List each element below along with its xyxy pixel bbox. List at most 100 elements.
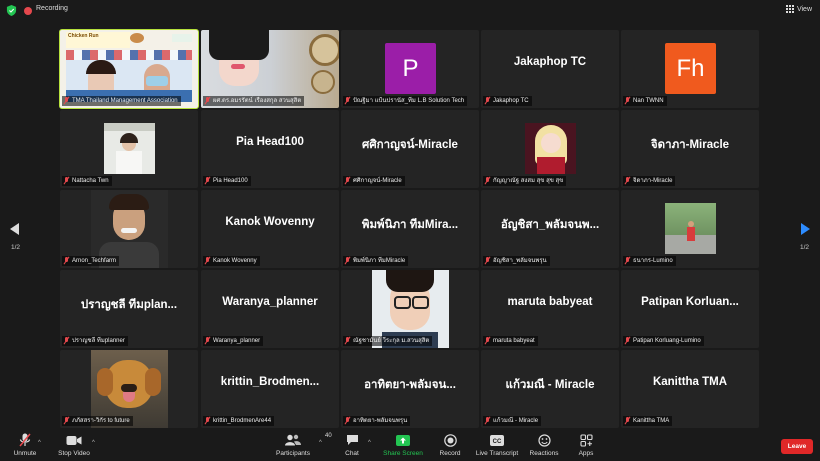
participant-name: จิดาภา-Miracle: [633, 178, 673, 184]
closed-caption-icon: CC: [490, 433, 504, 447]
participant-name-label: Waranya_planner: [203, 336, 264, 346]
participant-tile[interactable]: ณัฐชามันย์ วีระกุล ม.สวนสุสิต: [341, 270, 479, 348]
participant-name: ปัณฐิมา แป้นปรานัส_ทีม L.B Solution Tech: [353, 98, 465, 104]
participant-name-label: จิดาภา-Miracle: [623, 176, 676, 186]
participant-tile[interactable]: maruta babyeat maruta babyeat: [481, 270, 619, 348]
live-transcript-label: Live Transcript: [475, 450, 519, 457]
participant-tile[interactable]: กัญญาณัฐ สงสม สุข สุข สุข: [481, 110, 619, 188]
video-frame: [66, 50, 192, 102]
participant-video-feed: [525, 123, 576, 174]
meeting-toolbar: Unmute ^ Stop Video ^ 40 Participants ^: [0, 431, 820, 461]
participant-name-label: ธนากร-Lumino: [623, 256, 676, 266]
participant-name-label: Pia Head100: [203, 176, 251, 186]
video-options-caret-icon[interactable]: ^: [92, 440, 95, 446]
participant-name-label: อาทิตยา-พลัมจนพรุน: [343, 416, 411, 426]
stop-video-label: Stop Video: [58, 450, 90, 457]
participant-tile[interactable]: Jakaphop TC Jakaphop TC: [481, 30, 619, 108]
participant-name-label: กัญญาณัฐ สงสม สุข สุข สุข: [483, 176, 567, 186]
apps-label: Apps: [578, 450, 594, 457]
participant-tile[interactable]: Kanittha TMA Kanittha TMA: [621, 350, 759, 428]
participant-display-name: Kanok Wovenny: [225, 216, 315, 228]
participant-name-label: แก้วมณี - Miracle: [483, 416, 542, 426]
participant-tile[interactable]: krittin_Brodmen... krittin_BrodmenAre44: [201, 350, 339, 428]
muted-mic-icon: [345, 257, 351, 265]
participant-display-name: ศศิกาญจน์-Miracle: [362, 139, 458, 151]
participant-tile[interactable]: ภภัสสรา-วิกัร to future: [60, 350, 198, 428]
muted-mic-icon: [485, 97, 491, 105]
leave-meeting-button[interactable]: Leave: [781, 439, 813, 454]
participant-name-label: Arnon_Techfarm: [62, 256, 120, 266]
participant-tile[interactable]: Arnon_Techfarm: [60, 190, 198, 268]
view-label: View: [796, 5, 812, 13]
grid-view-icon: [785, 5, 794, 13]
muted-mic-icon: [485, 417, 491, 425]
muted-mic-icon: [625, 177, 631, 185]
share-screen-icon: [396, 433, 410, 447]
muted-mic-icon: [205, 337, 211, 345]
participants-button[interactable]: 40 Participants: [263, 433, 332, 457]
participant-name: krittin_BrodmenAre44: [213, 418, 272, 424]
chat-bubble-icon: [346, 433, 359, 447]
participant-name: Nan TWNN: [633, 98, 664, 104]
muted-mic-icon: [205, 417, 211, 425]
participant-tile[interactable]: อัญชิสา_พลัมจนพ... อัญชิสา_พลัมจนพรุน: [481, 190, 619, 268]
participant-name-label: Nan TWNN: [623, 96, 667, 106]
muted-mic-icon: [625, 417, 631, 425]
participant-tile[interactable]: P ปัณฐิมา แป้นปรานัส_ทีม L.B Solution Tec…: [341, 30, 479, 108]
participant-name-label: ณัฐชามันย์ วีระกุล ม.สวนสุสิต: [343, 336, 433, 346]
recording-dot-icon: [24, 7, 32, 15]
view-button[interactable]: View: [785, 5, 812, 13]
participant-name-label: พิมพ์นิภา ทีมMiracle: [343, 256, 409, 266]
svg-text:CC: CC: [493, 439, 502, 445]
participant-tile[interactable]: แก้วมณี - Miracle แก้วมณี - Miracle: [481, 350, 619, 428]
participant-name: Nattacha Twn: [72, 178, 109, 184]
muted-mic-icon: [625, 97, 631, 105]
muted-mic-icon: [485, 337, 491, 345]
next-page-arrow-icon[interactable]: [801, 223, 810, 235]
participant-tile[interactable]: พิมพ์นิภา ทีมMira... พิมพ์นิภา ทีมMiracle: [341, 190, 479, 268]
participant-name: กัญญาณัฐ สงสม สุข สุข สุข: [493, 178, 564, 184]
muted-mic-icon: [205, 257, 211, 265]
participant-tile[interactable]: อาทิตยา-พลัมจน... อาทิตยา-พลัมจนพรุน: [341, 350, 479, 428]
participant-name: อาทิตยา-พลัมจนพรุน: [353, 418, 408, 424]
participant-tile[interactable]: Chicken Run TMA Thailand Management Asso…: [59, 29, 199, 109]
participant-tile[interactable]: จิดาภา-Miracle จิดาภา-Miracle: [621, 110, 759, 188]
participant-tile[interactable]: Patipan Korluan... Patipan Korluang-Lumin…: [621, 270, 759, 348]
participant-name: ณัฐชามันย์ วีระกุล ม.สวนสุสิต: [353, 338, 430, 344]
page-indicator-right: 1/2: [800, 244, 810, 251]
participants-label: Participants: [276, 450, 310, 457]
participant-tile[interactable]: Nattacha Twn: [60, 110, 198, 188]
participant-display-name: Patipan Korluan...: [641, 296, 739, 308]
page-indicator-left: 1/2: [11, 244, 21, 251]
participant-avatar: Fh: [665, 43, 716, 94]
participant-tile[interactable]: Pia Head100 Pia Head100: [201, 110, 339, 188]
stop-video-button[interactable]: Stop Video: [44, 433, 104, 457]
participant-display-name: krittin_Brodmen...: [220, 376, 320, 388]
muted-mic-icon: [345, 177, 351, 185]
participant-tile[interactable]: ปราญชลี ทีมplan... ปราญชลี ทีมplanner: [60, 270, 198, 348]
chat-options-caret-icon[interactable]: ^: [368, 440, 371, 446]
participant-name-label: Nattacha Twn: [62, 176, 112, 186]
unmute-label: Unmute: [13, 450, 37, 457]
participant-display-name: จิดาภา-Miracle: [650, 139, 730, 151]
participant-tile[interactable]: ธนากร-Lumino: [621, 190, 759, 268]
audio-options-caret-icon[interactable]: ^: [38, 440, 41, 446]
participant-tile[interactable]: ผศ.ดร.อมรรัตน์ เรืองสกุล สวนสุสิต: [201, 30, 339, 108]
video-camera-icon: [66, 433, 82, 447]
security-shield-icon[interactable]: [6, 5, 17, 16]
muted-mic-icon: [625, 337, 631, 345]
participant-name-label: Patipan Korluang-Lumino: [623, 336, 704, 346]
participant-video-feed: [104, 123, 155, 174]
muted-mic-icon: [205, 97, 211, 105]
share-screen-label: Share Screen: [383, 450, 423, 457]
participant-name-label: ปราญชลี ทีมplanner: [62, 336, 128, 346]
participant-tile[interactable]: ศศิกาญจน์-Miracle ศศิกาญจน์-Miracle: [341, 110, 479, 188]
participant-tile[interactable]: Fh Nan TWNN: [621, 30, 759, 108]
participant-tile[interactable]: Waranya_planner Waranya_planner: [201, 270, 339, 348]
participant-tile[interactable]: Kanok Wovenny Kanok Wovenny: [201, 190, 339, 268]
apps-button[interactable]: Apps: [556, 433, 616, 457]
previous-page-arrow-icon[interactable]: [10, 223, 19, 235]
muted-mic-icon: [345, 97, 351, 105]
muted-mic-icon: [485, 177, 491, 185]
participant-video-feed: [665, 203, 716, 254]
